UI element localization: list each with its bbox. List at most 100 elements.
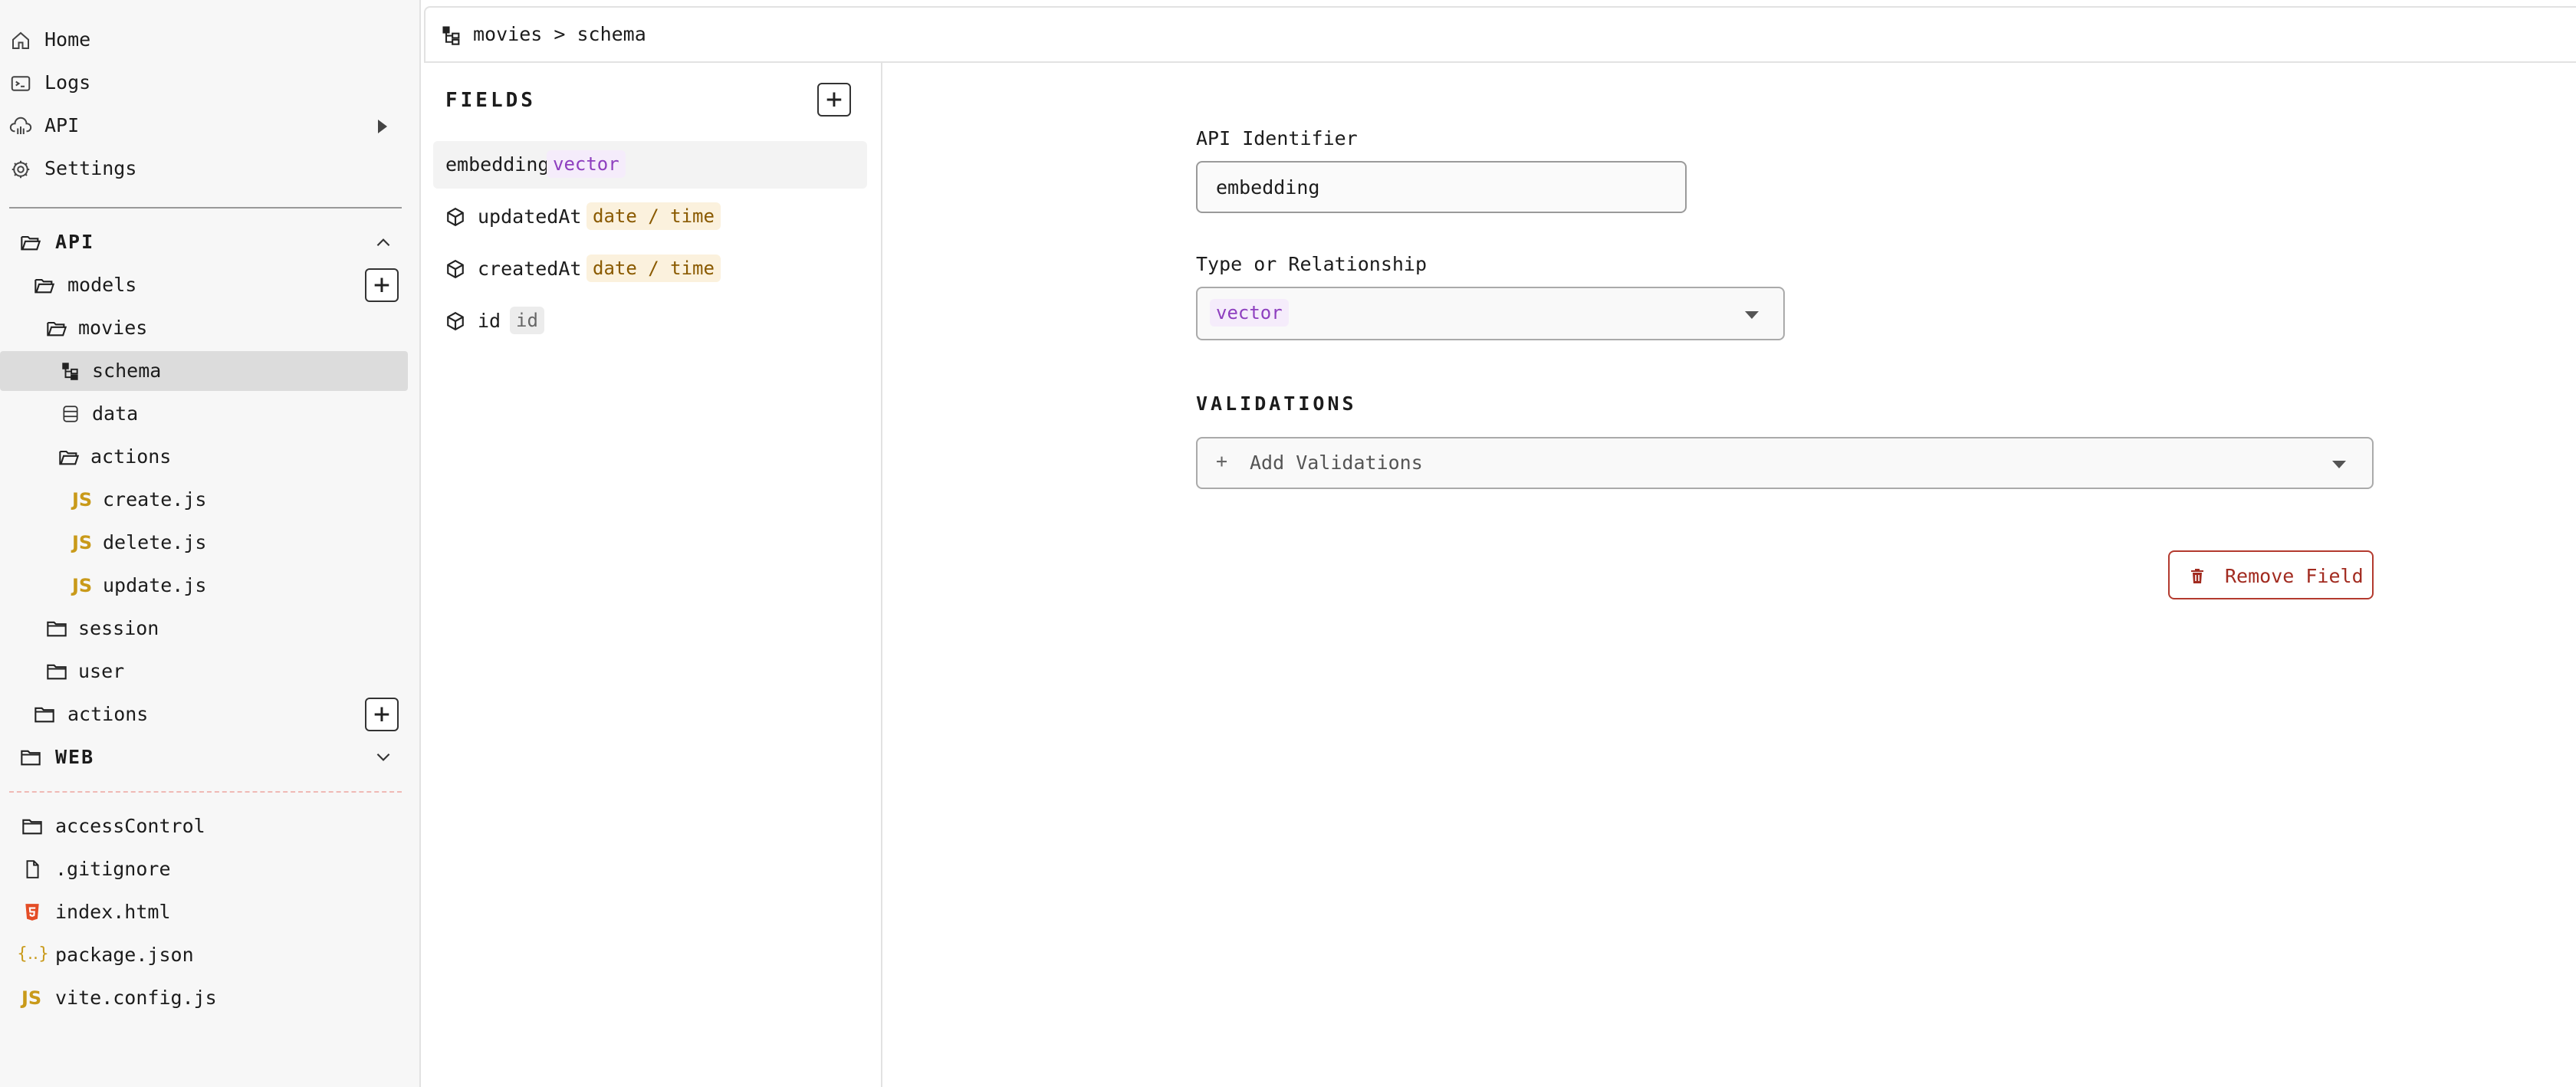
folder-icon: [47, 664, 67, 680]
nav-home-label: Home: [44, 28, 91, 51]
gear-icon: [12, 160, 30, 179]
tree-item-actions-inner-label: actions: [90, 445, 172, 468]
nav-api-label: API: [44, 114, 80, 136]
validations-title: VALIDATIONS: [1196, 392, 1357, 415]
tree-item-update-js[interactable]: JS update.js: [0, 566, 421, 606]
folder-open-icon: [21, 235, 41, 251]
caret-down-icon: [1745, 311, 1759, 319]
cloud-api-icon: [9, 117, 32, 134]
js-icon: JS: [21, 987, 42, 1009]
tree-item-vite-config[interactable]: JS vite.config.js: [0, 978, 421, 1018]
folder-open-icon: [47, 321, 67, 337]
tree-item-movies[interactable]: movies: [0, 308, 421, 348]
nav-logs[interactable]: Logs: [0, 61, 421, 104]
breadcrumb[interactable]: movies > schema: [473, 23, 646, 45]
sidebar-dashed-divider: [9, 791, 402, 793]
field-row-updatedat[interactable]: updatedAt date / time: [433, 193, 867, 241]
type-select-value: vector: [1210, 299, 1289, 327]
add-model-button[interactable]: +: [365, 268, 399, 302]
tree-item-data-label: data: [92, 402, 139, 425]
tree-item-create-js[interactable]: JS create.js: [0, 480, 421, 520]
folder-icon: [21, 750, 41, 766]
field-name: embedding: [445, 153, 550, 176]
tree-item-gitignore-label: .gitignore: [55, 858, 171, 880]
sidebar: Home Logs API Settings API models + movi…: [0, 0, 421, 1087]
html5-icon: [25, 904, 39, 921]
tree-item-models[interactable]: models +: [0, 265, 421, 305]
js-icon: JS: [72, 532, 93, 553]
tree-item-access-control[interactable]: accessControl: [0, 806, 421, 846]
field-name: updatedAt: [478, 205, 582, 228]
chevron-up-icon[interactable]: [373, 233, 393, 253]
tree-item-index-html[interactable]: index.html: [0, 892, 421, 932]
tree-item-schema-label: schema: [92, 360, 162, 382]
tree-item-movies-label: movies: [78, 317, 148, 339]
expand-arrow-icon[interactable]: [378, 120, 387, 133]
api-identifier-input[interactable]: [1196, 161, 1687, 213]
add-validations-select[interactable]: + Add Validations: [1196, 437, 2374, 489]
remove-field-button[interactable]: Remove Field: [2168, 550, 2374, 599]
trash-icon: [2191, 569, 2203, 583]
field-name: id: [478, 310, 501, 332]
tree-section-web[interactable]: WEB: [0, 737, 421, 777]
field-type-tag: vector: [547, 150, 626, 178]
tree-item-session-label: session: [78, 617, 159, 639]
field-row-embedding[interactable]: embedding vector: [433, 141, 867, 189]
folder-icon: [22, 819, 42, 835]
cube-icon: [447, 259, 464, 279]
type-select[interactable]: vector: [1196, 287, 1785, 340]
add-validations-label: Add Validations: [1250, 452, 1423, 474]
remove-field-label: Remove Field: [2225, 565, 2364, 587]
tree-item-package-json-label: package.json: [55, 944, 194, 966]
add-action-button[interactable]: +: [365, 698, 399, 731]
cube-icon: [447, 207, 464, 227]
folder-icon: [34, 707, 54, 723]
field-type-tag: id: [510, 307, 544, 334]
tree-item-actions[interactable]: actions +: [0, 695, 421, 734]
tree-item-user[interactable]: user: [0, 652, 421, 691]
tree-item-data[interactable]: data: [0, 394, 421, 434]
terminal-icon: [11, 76, 31, 91]
nav-settings[interactable]: Settings: [0, 147, 421, 190]
nav-home[interactable]: Home: [0, 18, 421, 61]
tree-item-actions-inner[interactable]: actions: [0, 437, 421, 477]
database-icon: [63, 406, 78, 422]
field-type-tag: date / time: [586, 202, 721, 230]
field-row-createdat[interactable]: createdAt date / time: [433, 245, 867, 293]
add-field-button[interactable]: +: [817, 83, 851, 117]
type-label: Type or Relationship: [1196, 253, 1428, 275]
tree-item-actions-label: actions: [67, 703, 149, 725]
folder-icon: [47, 621, 67, 637]
tree-section-web-label: WEB: [55, 746, 95, 768]
nav-logs-label: Logs: [44, 71, 91, 94]
tree-item-session[interactable]: session: [0, 609, 421, 649]
plus-icon: +: [1216, 450, 1228, 472]
api-identifier-label: API Identifier: [1196, 127, 1358, 149]
tree-item-gitignore[interactable]: .gitignore: [0, 849, 421, 889]
tree-item-schema[interactable]: schema: [0, 351, 408, 391]
chevron-down-icon[interactable]: [373, 747, 393, 767]
tree-item-index-html-label: index.html: [55, 901, 171, 923]
tree-item-user-label: user: [78, 660, 125, 682]
folder-open-icon: [59, 450, 80, 465]
cube-icon: [447, 311, 464, 331]
field-name: createdAt: [478, 258, 582, 280]
tree-item-delete-js-label: delete.js: [103, 531, 207, 553]
caret-down-icon: [2332, 461, 2346, 468]
js-icon: JS: [72, 489, 93, 511]
folder-open-icon: [34, 278, 55, 294]
tree-item-create-js-label: create.js: [103, 488, 207, 511]
field-row-id[interactable]: id id: [433, 297, 867, 345]
nav-settings-label: Settings: [44, 157, 137, 179]
tree-item-vite-config-label: vite.config.js: [55, 987, 217, 1009]
fields-panel: FIELDS + embedding vector updatedAt date…: [424, 63, 882, 1087]
sidebar-divider: [9, 207, 402, 209]
nav-api[interactable]: API: [0, 104, 421, 147]
fields-title: FIELDS: [445, 89, 536, 112]
file-icon: [26, 860, 39, 878]
tree-item-delete-js[interactable]: JS delete.js: [0, 523, 421, 563]
schema-icon: [442, 26, 460, 45]
tree-item-package-json[interactable]: {..} package.json: [0, 935, 421, 975]
tree-item-models-label: models: [67, 274, 137, 296]
tree-section-api[interactable]: API: [0, 222, 421, 262]
